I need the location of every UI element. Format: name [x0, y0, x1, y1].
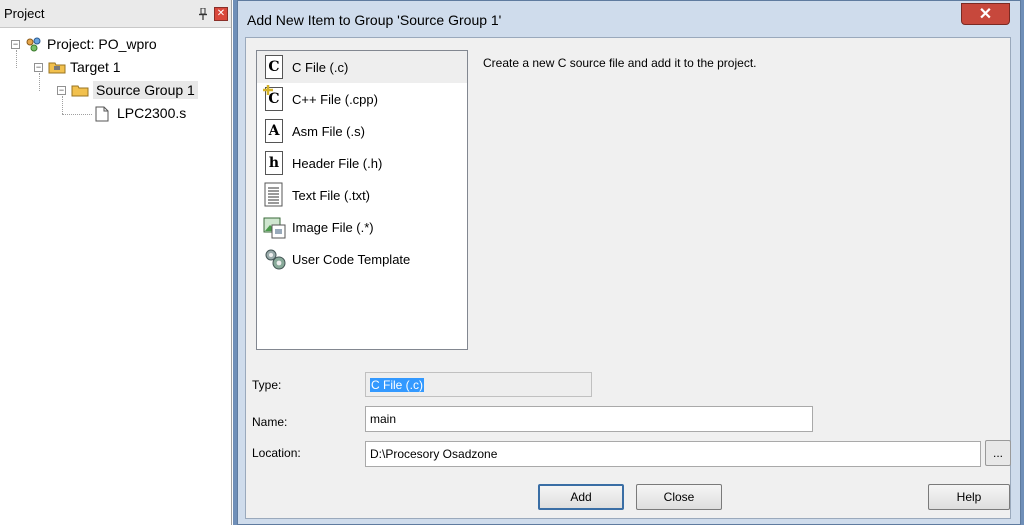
file-type-label: C++ File (.cpp) — [292, 91, 378, 107]
add-button[interactable]: Add — [538, 484, 624, 510]
location-label: Location: — [252, 446, 301, 460]
tree-node-file[interactable]: LPC2300.s — [95, 103, 186, 123]
type-value: C File (.c) — [370, 377, 424, 392]
file-type-description: Create a new C source file and add it to… — [483, 56, 757, 70]
file-type-image[interactable]: Image File (.*) — [257, 211, 467, 243]
project-panel-title: Project — [4, 6, 45, 21]
location-input[interactable]: D:\Procesory Osadzone — [365, 441, 981, 467]
folder-icon — [71, 83, 89, 97]
name-label: Name: — [252, 415, 288, 429]
file-icon — [95, 106, 111, 122]
collapse-toggle[interactable]: − — [34, 62, 43, 72]
dialog-title: Add New Item to Group 'Source Group 1' — [247, 12, 502, 28]
file-type-label: User Code Template — [292, 251, 411, 267]
tree-label-file: LPC2300.s — [117, 105, 187, 121]
type-label: Type: — [252, 378, 282, 392]
file-type-header[interactable]: h Header File (.h) — [257, 147, 467, 179]
header-file-icon: h — [263, 150, 285, 176]
tree-node-target[interactable]: − Target 1 — [34, 57, 121, 77]
project-panel: Project ✕ − Project: PO_wpro − Target 1 … — [0, 0, 232, 525]
file-type-label: Text File (.txt) — [292, 187, 371, 203]
text-file-icon — [263, 182, 285, 208]
tree-label-project: Project: PO_wpro — [47, 36, 157, 52]
file-type-label: C File (.c) — [292, 59, 349, 75]
file-type-template[interactable]: User Code Template — [257, 243, 467, 275]
file-type-label: Asm File (.s) — [292, 123, 365, 139]
template-icon — [263, 246, 286, 272]
project-icon — [25, 37, 41, 52]
file-type-label: Header File (.h) — [292, 155, 383, 171]
close-button[interactable]: Close — [636, 484, 722, 510]
file-type-label: Image File (.*) — [292, 219, 374, 235]
type-field: C File (.c) — [365, 372, 592, 397]
file-type-text[interactable]: Text File (.txt) — [257, 179, 467, 211]
file-type-c[interactable]: C C File (.c) — [257, 51, 467, 83]
cpp-file-icon: C — [263, 85, 285, 112]
tree-node-project[interactable]: − Project: PO_wpro — [11, 34, 157, 54]
c-file-icon: C — [263, 54, 285, 80]
tree-label-source-group: Source Group 1 — [93, 81, 198, 99]
target-folder-icon — [48, 60, 66, 74]
add-new-item-dialog: Add New Item to Group 'Source Group 1' ✕… — [237, 0, 1021, 525]
help-button[interactable]: Help — [928, 484, 1010, 510]
tree-node-source-group[interactable]: − Source Group 1 — [57, 80, 198, 100]
pin-icon[interactable] — [196, 7, 210, 21]
close-icon[interactable]: ✕ — [214, 6, 228, 21]
file-type-cpp[interactable]: C C++ File (.cpp) — [257, 83, 467, 115]
tree-label-target: Target 1 — [70, 59, 121, 75]
dialog-close-button[interactable]: ✕ — [961, 3, 1010, 25]
file-type-list[interactable]: C C File (.c) C C++ File (.cpp) A Asm Fi… — [256, 50, 468, 350]
asm-file-icon: A — [263, 118, 285, 144]
name-input[interactable]: main — [365, 406, 813, 432]
collapse-toggle[interactable]: − — [57, 85, 66, 95]
image-file-icon — [263, 214, 286, 240]
file-type-asm[interactable]: A Asm File (.s) — [257, 115, 467, 147]
browse-button[interactable]: ... — [985, 440, 1011, 466]
collapse-toggle[interactable]: − — [11, 39, 20, 49]
dialog-body: C C File (.c) C C++ File (.cpp) A Asm Fi… — [245, 37, 1011, 519]
project-panel-header: Project ✕ — [0, 0, 231, 28]
